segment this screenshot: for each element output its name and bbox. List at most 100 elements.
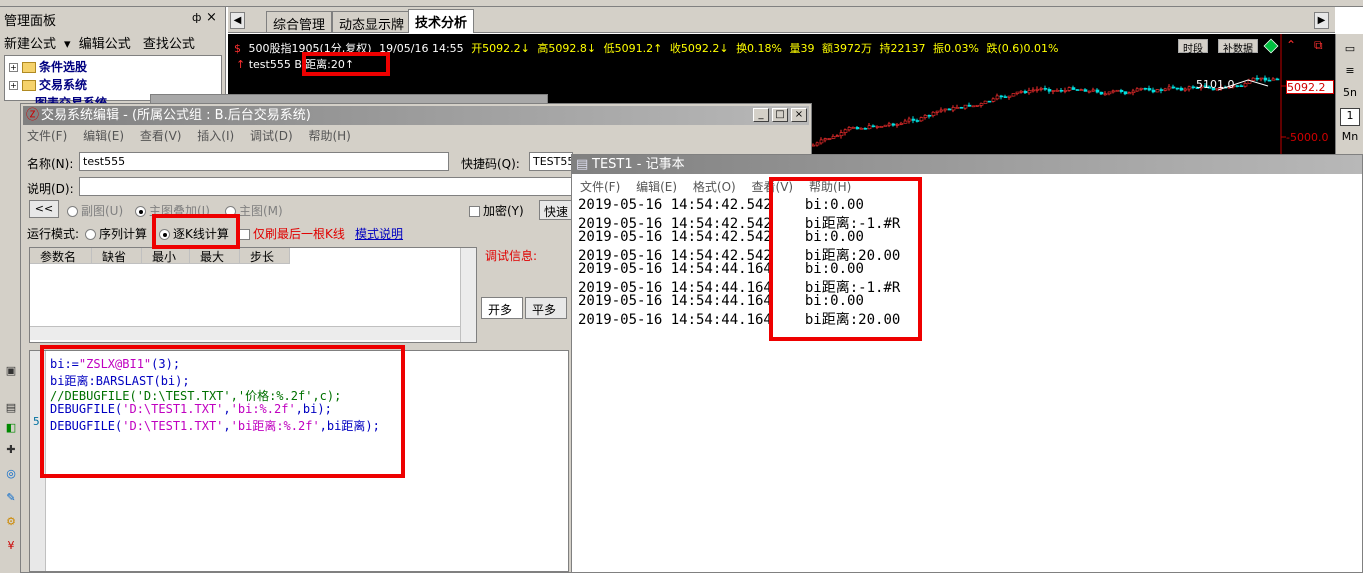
period-button-5n[interactable]: 5n <box>1340 86 1360 104</box>
candle-body <box>1087 90 1092 93</box>
side-icon[interactable]: ¥ <box>3 539 19 557</box>
tree-item-trading-system[interactable]: + 交易系统 <box>9 76 87 92</box>
side-icon[interactable]: ◧ <box>3 421 19 439</box>
maximize-button[interactable]: □ <box>772 108 788 122</box>
candle-body <box>875 126 880 128</box>
minimize-button[interactable]: _ <box>753 108 769 122</box>
tab-scroll-left-icon[interactable]: ◀ <box>230 12 245 29</box>
collapse-button[interactable]: << <box>29 200 59 218</box>
log-time: 2019-05-16 14:54:44.164 <box>578 293 772 309</box>
param-scrollbar[interactable] <box>460 248 476 342</box>
menu-insert[interactable]: 插入(I) <box>197 129 234 143</box>
candle-body <box>851 127 856 129</box>
editor-app-icon: Ⓩ <box>26 108 40 123</box>
candle-body <box>819 139 824 144</box>
last-bar-only-checkbox[interactable]: 仅刷最后一根K线 <box>239 225 345 242</box>
param-header: 步长 <box>240 248 290 264</box>
description-input[interactable] <box>79 177 573 196</box>
expand-icon[interactable]: + <box>9 81 18 90</box>
candle-body <box>1119 89 1124 92</box>
menu-edit[interactable]: 编辑(E) <box>83 129 124 143</box>
menu-debug[interactable]: 调试(D) <box>250 129 293 143</box>
candle-body <box>1143 87 1148 90</box>
close-button[interactable]: × <box>791 108 807 122</box>
menu-view[interactable]: 查看(V) <box>140 129 182 143</box>
candle-body <box>987 100 992 103</box>
period-button[interactable]: ≡ <box>1340 64 1360 82</box>
candle-body <box>959 107 964 109</box>
name-input[interactable]: test555 <box>79 152 449 171</box>
candle-body <box>899 122 904 125</box>
tab-overview[interactable]: 综合管理 <box>266 11 333 33</box>
side-icon[interactable]: ✚ <box>3 443 19 461</box>
candle-body <box>1043 88 1048 90</box>
candle-body <box>1239 85 1244 87</box>
candle-body <box>1255 77 1260 80</box>
candle-body <box>855 127 860 130</box>
management-panel-title: 管理面板 <box>4 14 57 29</box>
pin-icon[interactable]: ф <box>192 11 201 24</box>
encrypt-checkbox[interactable]: 加密(Y) <box>469 202 524 219</box>
log-time: 2019-05-16 14:54:44.164 <box>578 312 772 328</box>
menu-edit[interactable]: 编辑(E) <box>636 180 677 194</box>
checkbox-icon[interactable] <box>469 206 480 217</box>
radio-icon[interactable] <box>135 206 146 217</box>
candle-body <box>1095 89 1100 93</box>
menu-file[interactable]: 文件(F) <box>580 180 620 194</box>
editor-titlebar: Ⓩ 交易系统编辑 - (所属公式组 : B.后台交易系统) _ □ × <box>23 106 809 125</box>
highlight-box <box>152 214 240 249</box>
period-button[interactable]: ▭ <box>1340 42 1360 60</box>
candle-body <box>1023 90 1028 94</box>
menu-help[interactable]: 帮助(H) <box>308 129 350 143</box>
period-button-1[interactable]: 1 <box>1340 108 1360 126</box>
param-hscrollbar[interactable] <box>30 326 460 340</box>
candle-body <box>1159 89 1164 91</box>
candle-body <box>823 138 828 141</box>
candle-body <box>1011 93 1016 97</box>
menu-format[interactable]: 格式(O) <box>693 180 736 194</box>
menu-file[interactable]: 文件(F) <box>27 129 67 143</box>
candle-body <box>1139 87 1144 90</box>
find-formula-button[interactable]: 查找公式 <box>143 37 195 52</box>
tab-dynamic-board[interactable]: 动态显示牌 <box>332 11 412 33</box>
candle-body <box>951 107 956 111</box>
option-subchart[interactable]: 副图(U) <box>67 202 123 219</box>
candle-body <box>1103 93 1108 96</box>
new-formula-button[interactable]: 新建公式 <box>4 37 56 52</box>
run-mode-sequence[interactable]: 序列计算 <box>85 225 147 242</box>
side-icon[interactable]: ▣ <box>3 364 19 382</box>
tree-item-condition-select[interactable]: + 条件选股 <box>9 58 87 74</box>
radio-icon[interactable] <box>85 229 96 240</box>
candle-body <box>1039 88 1044 90</box>
radio-icon[interactable] <box>67 206 78 217</box>
candle-body <box>991 98 996 102</box>
notepad-titlebar: ▤ TEST1 - 记事本 <box>572 155 1362 174</box>
notepad-app-icon: ▤ <box>576 157 589 172</box>
side-icon[interactable]: ▤ <box>3 401 19 419</box>
tab-close-long[interactable]: 平多 <box>525 297 567 319</box>
tab-technical-analysis[interactable]: 技术分析 <box>408 9 475 33</box>
edit-formula-button[interactable]: 编辑公式 <box>79 37 131 52</box>
close-icon[interactable]: × <box>206 10 217 25</box>
candle-body <box>1175 87 1180 90</box>
shortcut-input[interactable]: TEST555 <box>529 152 573 171</box>
candle-body <box>1075 89 1080 91</box>
notepad-text-area[interactable]: 2019-05-16 14:54:42.542 bi:0.00 2019-05-16… <box>572 197 1362 573</box>
highlight-box <box>769 177 922 341</box>
side-icon[interactable]: ◎ <box>3 467 19 485</box>
checkbox-icon[interactable] <box>239 229 250 240</box>
candle-body <box>1099 91 1104 95</box>
candle-body <box>1115 89 1120 92</box>
candle-body <box>983 100 988 104</box>
tab-scroll-right-icon[interactable]: ▶ <box>1314 12 1329 29</box>
dropdown-arrow-icon[interactable]: ▾ <box>64 37 71 52</box>
tab-open-long[interactable]: 开多 <box>481 297 523 319</box>
expand-icon[interactable]: + <box>9 63 18 72</box>
side-icon[interactable]: ⚙ <box>3 515 19 533</box>
period-button-mn[interactable]: Mn <box>1340 130 1360 148</box>
candle-body <box>887 123 892 126</box>
candle-body <box>867 125 872 130</box>
mode-help-link[interactable]: 模式说明 <box>355 225 403 242</box>
side-icon[interactable]: ✎ <box>3 491 19 509</box>
candle-body <box>1007 95 1012 98</box>
